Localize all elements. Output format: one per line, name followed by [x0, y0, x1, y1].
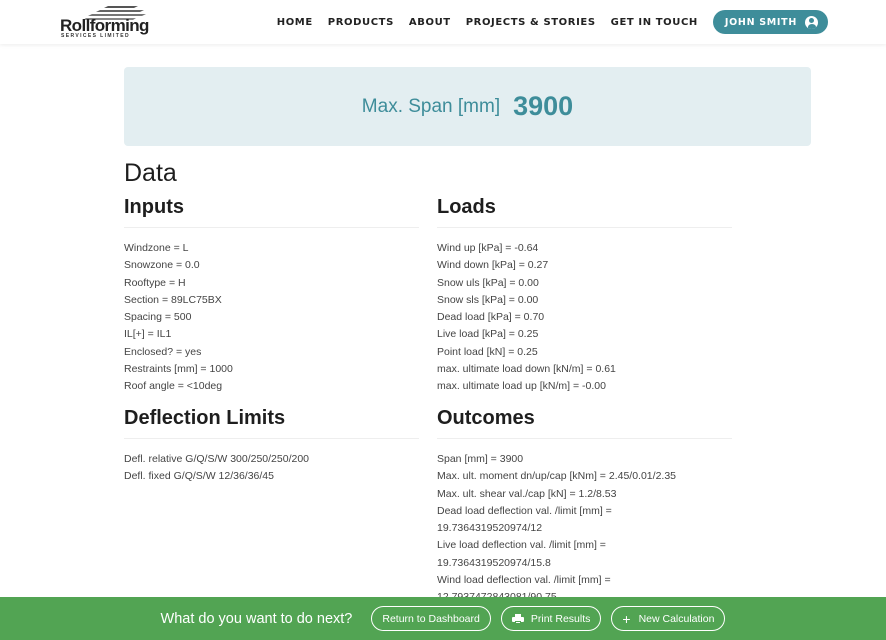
- outcome-line: 19.7364319520974/15.8: [437, 556, 551, 569]
- user-circle-icon: [805, 15, 818, 29]
- inputs-title: Inputs: [124, 196, 419, 228]
- input-line: Windzone = L: [124, 242, 189, 254]
- outcomes-title: Outcomes: [437, 407, 732, 439]
- new-calculation-button[interactable]: + New Calculation: [611, 606, 726, 631]
- new-calculation-label: New Calculation: [638, 612, 715, 625]
- nav-about[interactable]: ABOUT: [409, 17, 451, 28]
- loads-section: Loads Wind up [kPa] = -0.64 Wind down [k…: [437, 196, 732, 396]
- load-line: Wind up [kPa] = -0.64: [437, 242, 539, 254]
- loads-list: Wind up [kPa] = -0.64 Wind down [kPa] = …: [437, 240, 732, 396]
- logo-subtitle: SERVICES LIMITED: [61, 33, 130, 39]
- outcomes-list: Span [mm] = 3900 Max. ult. moment dn/up/…: [437, 451, 732, 607]
- deflection-line: Defl. relative G/Q/S/W 300/250/250/200: [124, 453, 310, 465]
- loads-title: Loads: [437, 196, 732, 228]
- deflection-line: Defl. fixed G/Q/S/W 12/36/36/45: [124, 470, 274, 483]
- load-line: Snow sls [kPa] = 0.00: [437, 293, 539, 306]
- deflection-list: Defl. relative G/Q/S/W 300/250/250/200 D…: [124, 451, 419, 486]
- deflection-limits-section: Deflection Limits Defl. relative G/Q/S/W…: [124, 407, 419, 486]
- outcome-line: Max. ult. shear val./cap [kN] = 1.2/8.53: [437, 487, 617, 500]
- nav-projects-stories[interactable]: PROJECTS & STORIES: [466, 17, 596, 28]
- outcome-line: Wind load deflection val. /limit [mm] =: [437, 574, 611, 587]
- print-results-button[interactable]: Print Results: [500, 606, 602, 631]
- input-line: Rooftype = H: [124, 276, 186, 289]
- outcome-line: Live load deflection val. /limit [mm] =: [437, 539, 606, 552]
- load-line: max. ultimate load down [kN/m] = 0.61: [437, 363, 616, 376]
- next-actions-prompt: What do you want to do next?: [160, 610, 353, 627]
- load-line: Dead load [kPa] = 0.70: [437, 311, 545, 324]
- load-line: Wind down [kPa] = 0.27: [437, 259, 549, 272]
- nav-home[interactable]: HOME: [277, 17, 313, 28]
- nav-products[interactable]: PRODUCTS: [328, 17, 394, 28]
- site-header: Rollforming SERVICES LIMITED HOME PRODUC…: [0, 0, 886, 44]
- deflection-limits-title: Deflection Limits: [124, 407, 419, 439]
- outcome-line: 19.7364319520974/12: [437, 522, 543, 535]
- outcome-line: Max. ult. moment dn/up/cap [kNm] = 2.45/…: [437, 470, 677, 483]
- plus-icon: +: [622, 610, 631, 627]
- next-actions-bar: What do you want to do next? Return to D…: [0, 597, 886, 640]
- max-span-value: 3900: [513, 91, 574, 121]
- input-line: Section = 89LC75BX: [124, 293, 222, 306]
- rollforming-logo[interactable]: Rollforming SERVICES LIMITED: [58, 6, 153, 39]
- input-line: Snowzone = 0.0: [124, 259, 200, 272]
- max-span-label: Max. Span [mm]: [361, 95, 501, 117]
- load-line: Point load [kN] = 0.25: [437, 345, 538, 358]
- user-name: JOHN SMITH: [724, 16, 797, 28]
- outcome-line: Span [mm] = 3900: [437, 453, 524, 465]
- main-nav: HOME PRODUCTS ABOUT PROJECTS & STORIES G…: [262, 10, 828, 34]
- max-span-result-panel: Max. Span [mm] 3900: [124, 67, 811, 146]
- outcomes-section: Outcomes Span [mm] = 3900 Max. ult. mome…: [437, 407, 732, 607]
- print-results-label: Print Results: [530, 612, 591, 625]
- nav-get-in-touch[interactable]: GET IN TOUCH: [611, 17, 698, 28]
- user-account-button[interactable]: JOHN SMITH: [712, 10, 828, 34]
- inputs-list: Windzone = L Snowzone = 0.0 Rooftype = H…: [124, 240, 419, 396]
- input-line: IL[+] = IL1: [124, 328, 172, 341]
- load-line: max. ultimate load up [kN/m] = -0.00: [437, 380, 606, 393]
- return-to-dashboard-label: Return to Dashboard: [382, 612, 480, 625]
- load-line: Live load [kPa] = 0.25: [437, 328, 539, 341]
- outcome-line: Dead load deflection val. /limit [mm] =: [437, 504, 612, 517]
- input-line: Enclosed? = yes: [124, 345, 202, 358]
- return-to-dashboard-button[interactable]: Return to Dashboard: [371, 606, 491, 631]
- input-line: Restraints [mm] = 1000: [124, 363, 233, 376]
- printer-icon: [511, 613, 524, 624]
- input-line: Spacing = 500: [124, 311, 192, 324]
- data-content: Data Inputs Windzone = L Snowzone = 0.0 …: [124, 159, 744, 603]
- inputs-section: Inputs Windzone = L Snowzone = 0.0 Rooft…: [124, 196, 419, 396]
- load-line: Snow uls [kPa] = 0.00: [437, 276, 539, 289]
- page-title: Data: [124, 159, 177, 187]
- input-line: Roof angle = <10deg: [124, 380, 223, 393]
